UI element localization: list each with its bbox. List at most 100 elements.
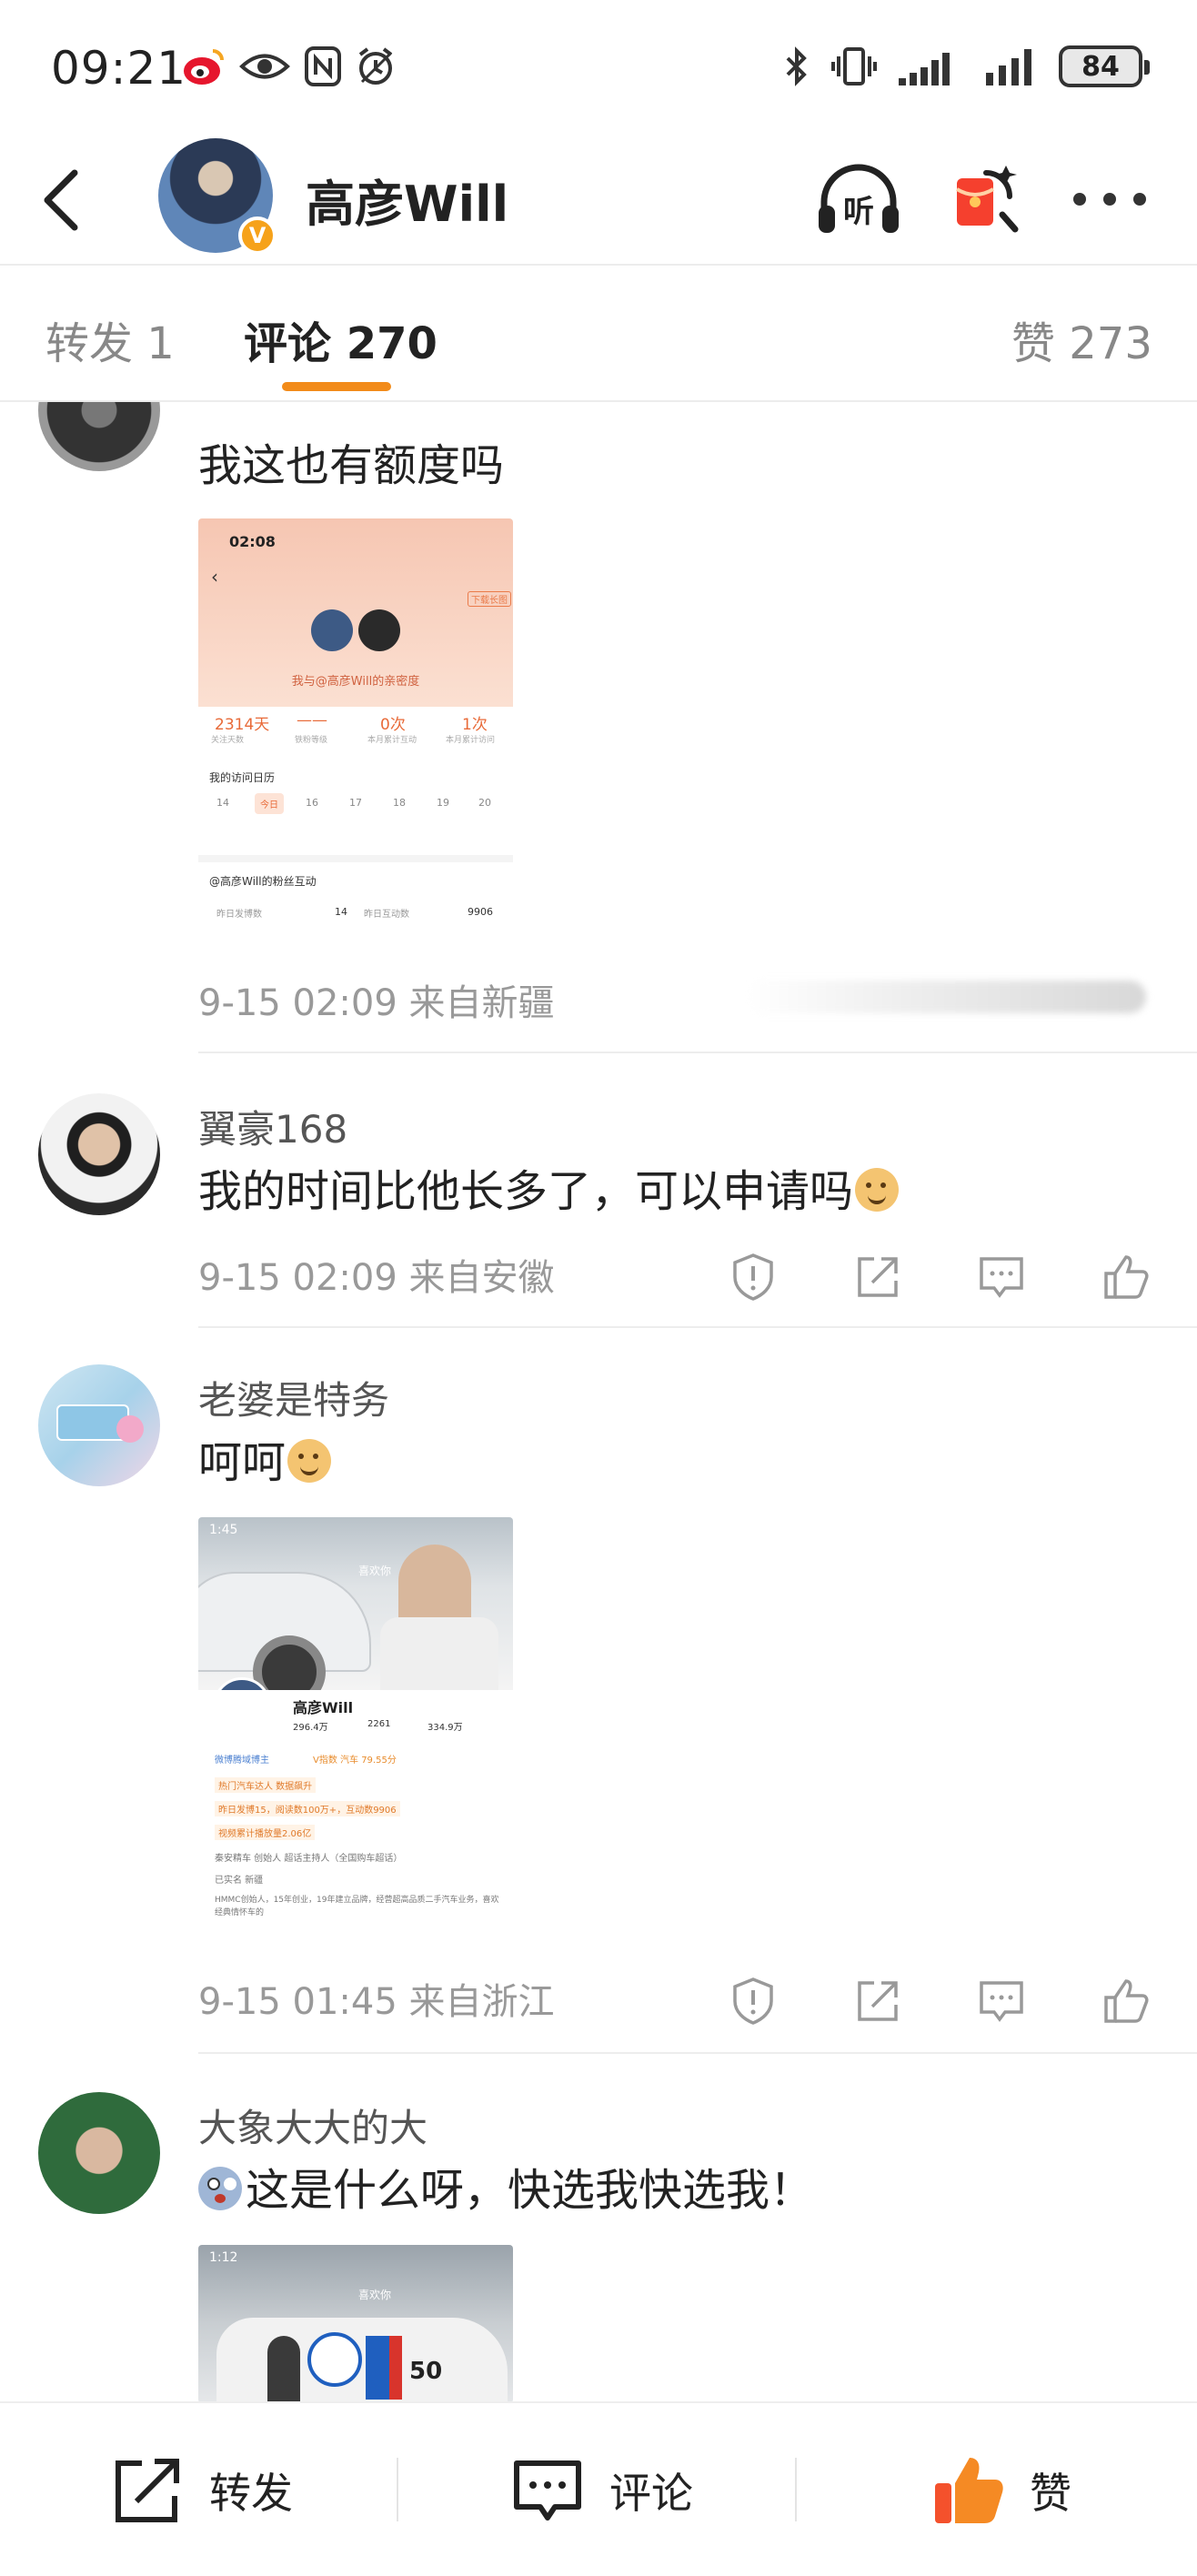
doge-emoji-icon	[287, 1439, 332, 1483]
shot-avatar	[311, 609, 353, 651]
repost-button[interactable]: 转发	[109, 2452, 293, 2529]
commenter-avatar[interactable]	[38, 1093, 160, 1215]
eye-icon	[239, 54, 290, 79]
dot-icon	[1133, 193, 1146, 206]
comment-image[interactable]: 1:12 喜欢你 50	[198, 2245, 513, 2403]
reply-icon[interactable]	[976, 1252, 1027, 1303]
comment-image[interactable]: 1:45 喜欢你 高彦Will 296.4万 2261 334.9万 微博腾域博…	[198, 1517, 513, 1936]
signal-icon	[986, 49, 1031, 86]
shot-stat: 1次	[462, 716, 488, 734]
shot-tag: V指数 汽车 79.55分	[313, 1756, 397, 1766]
tab-likes[interactable]: 赞 273	[1011, 307, 1152, 371]
commenter-name[interactable]: 翼豪168	[198, 1099, 347, 1154]
comment-actions	[728, 1250, 1152, 1304]
like-label: 赞	[1030, 2469, 1071, 2518]
commenter-name[interactable]: 老婆是特务	[198, 1370, 389, 1425]
shot-day: 20	[478, 797, 491, 809]
author-avatar[interactable]: V	[158, 138, 277, 255]
shot-car-logo	[307, 2332, 362, 2387]
shot-caption: 我与@高彦Will的亲密度	[291, 675, 420, 689]
weibo-icon	[184, 49, 224, 85]
comment-actions	[728, 1974, 1152, 2028]
status-right-group: 84	[782, 45, 1150, 87]
shot-row-label: 昨日发博数	[216, 910, 262, 920]
shot-like-tag: 喜欢你	[358, 1565, 392, 1577]
comment-list: 我这也有额度吗 02:08 ‹ 下载长图 我与@高彦Will的亲密度 2314天…	[0, 402, 1197, 2403]
report-icon[interactable]	[728, 1976, 779, 2027]
bottom-bar-divider	[795, 2458, 797, 2521]
shot-stat-label: 铁粉等级	[295, 736, 328, 745]
comment-text: 我的时间比他长多了，可以申请吗	[198, 1155, 900, 1219]
shot-stat-label: 本月累计访问	[446, 736, 496, 745]
comment-meta: 9-15 02:09 来自安徽	[198, 1257, 555, 1299]
bottom-bar-divider	[397, 2458, 398, 2521]
shot-day: 14	[216, 797, 229, 809]
shot-status-time: 02:08	[229, 533, 276, 550]
shot-status-time: 1:12	[209, 2250, 238, 2265]
shot-stat-label: 关注天数	[211, 736, 245, 745]
dot-icon	[1103, 193, 1116, 206]
commenter-avatar[interactable]	[38, 402, 160, 471]
shot-following: 2261	[367, 1719, 391, 1729]
shot-divider	[198, 855, 513, 862]
reply-icon[interactable]	[976, 1976, 1027, 2027]
signal-icon	[899, 53, 950, 86]
shot-back-icon: ‹	[211, 566, 218, 588]
alarm-icon	[358, 47, 393, 85]
shot-stat: 2314天	[215, 716, 270, 734]
like-icon[interactable]	[1101, 1252, 1152, 1303]
comment-text-body: 这是什么呀，快选我快选我！	[246, 2165, 814, 2216]
shot-line: 已实名 新疆	[215, 1876, 264, 1886]
shot-day-today: 今日	[255, 793, 284, 814]
thumbs-up-icon	[935, 2458, 1003, 2523]
back-arrow-icon[interactable]	[33, 164, 96, 236]
share-icon[interactable]	[852, 1252, 903, 1303]
like-button[interactable]: 赞	[930, 2452, 1071, 2529]
bottom-action-bar: 转发 评论 赞	[0, 2401, 1197, 2576]
commenter-avatar[interactable]	[38, 1364, 160, 1486]
status-bar: 09:21 84	[0, 0, 1197, 136]
shocked-emoji-icon	[198, 2167, 242, 2210]
red-packet-search-icon[interactable]	[950, 160, 1022, 236]
shot-person	[267, 2336, 300, 2403]
shot-section-title: @高彦Will的粉丝互动	[209, 875, 317, 888]
commenter-avatar[interactable]	[38, 2092, 160, 2214]
detail-tabs: 转发 1 评论 270 赞 273	[0, 273, 1197, 400]
tab-comments[interactable]: 评论 270	[244, 307, 438, 371]
shot-day: 18	[393, 797, 406, 809]
shot-line: 视频累计播放量2.06亿	[215, 1825, 316, 1840]
shot-likes: 334.9万	[428, 1723, 463, 1733]
battery-icon: 84	[1059, 45, 1150, 87]
comment-text: 这是什么呀，快选我快选我！	[198, 2154, 813, 2218]
repost-icon	[116, 2459, 179, 2522]
shot-row-value: 9906	[468, 906, 493, 918]
commenter-name[interactable]: 大象大大的大	[198, 2098, 428, 2153]
shot-stat: ——	[297, 711, 327, 730]
comment-text-body: 呵呵	[198, 1437, 287, 1488]
tab-repost[interactable]: 转发 1	[45, 307, 175, 371]
comment-label: 评论	[609, 2469, 693, 2518]
shot-line: 热门汽车达人 数据飙升	[215, 1777, 317, 1793]
comment-button[interactable]: 评论	[509, 2452, 693, 2529]
blurred-action-area	[746, 981, 1146, 1013]
shot-car-photo	[198, 1517, 513, 1708]
shot-car-stripe	[389, 2336, 402, 2400]
comment-text: 呵呵	[198, 1426, 332, 1490]
shot-tag: 微博腾域博主	[215, 1756, 269, 1766]
shot-profile-name: 高彦Will	[293, 1699, 354, 1716]
share-icon[interactable]	[852, 1976, 903, 2027]
verified-badge: V	[238, 216, 277, 255]
shot-car-number: 50	[409, 2358, 443, 2385]
more-options-button[interactable]	[1073, 176, 1146, 222]
report-icon[interactable]	[728, 1252, 779, 1303]
comment-text-body: 我的时间比他长多了，可以申请吗	[198, 1166, 854, 1217]
active-tab-indicator	[282, 382, 391, 391]
comment-image[interactable]: 02:08 ‹ 下载长图 我与@高彦Will的亲密度 2314天 —— 0次 1…	[198, 518, 513, 937]
listen-headphones-icon[interactable]: 听	[815, 162, 902, 238]
nfc-icon	[305, 46, 341, 86]
comment-separator	[198, 1326, 1197, 1328]
shot-stat: 0次	[380, 716, 406, 734]
author-name[interactable]: 高彦Will	[306, 164, 508, 236]
shot-day: 19	[437, 797, 449, 809]
like-icon[interactable]	[1101, 1976, 1152, 2027]
